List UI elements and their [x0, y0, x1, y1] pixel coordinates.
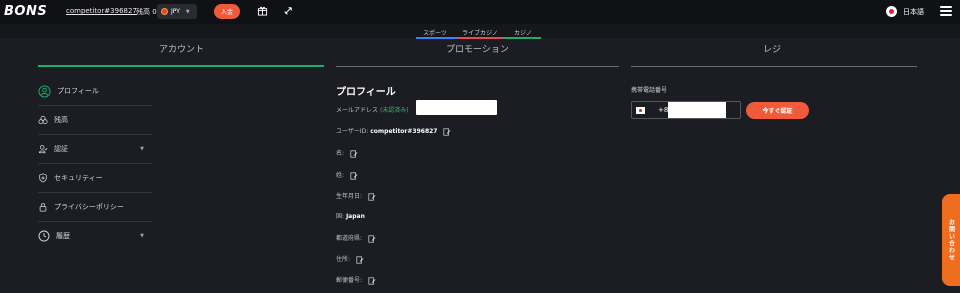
last-name-row: 姓: — [336, 170, 358, 180]
sidebar-item-label: 履歴 — [56, 232, 70, 240]
shield-icon — [39, 173, 47, 183]
sidebar-item-label: 残高 — [54, 116, 68, 124]
edit-icon[interactable] — [350, 149, 358, 158]
sidebar-item-balance[interactable]: 残高 — [38, 106, 152, 134]
logo[interactable]: BONS — [4, 4, 47, 19]
email-row: メールアドレス (未認済み) — [336, 105, 409, 114]
email-field[interactable] — [416, 100, 497, 115]
email-status: (未認済み) — [379, 107, 409, 114]
country-label: 国: — [336, 213, 345, 220]
subnav-tab-live-casino[interactable]: ライブカジノ — [462, 28, 498, 37]
subnav-underline-sports — [416, 37, 458, 39]
postal-label: 郵便番号: — [336, 277, 363, 284]
sidebar-item-label: 認証 — [54, 145, 68, 153]
tab-register[interactable]: レジ — [763, 42, 781, 55]
japan-flag-icon — [886, 6, 897, 17]
country-value: Japan — [345, 213, 365, 220]
edit-icon[interactable] — [368, 192, 376, 201]
last-name-label: 姓: — [336, 172, 345, 179]
sidebar-item-label: プロフィール — [57, 87, 99, 95]
subnav-tab-sports[interactable]: スポーツ — [423, 28, 447, 37]
subnav-tab-casino[interactable]: カジノ — [514, 28, 532, 37]
postal-row: 郵便番号: — [336, 275, 376, 285]
userid-row: ユーザーID: competitor#396827 — [336, 126, 451, 136]
language-select[interactable]: 日本語 — [886, 6, 924, 17]
edit-icon[interactable] — [443, 127, 451, 136]
sidebar-item-history[interactable]: 履歴 ▼ — [38, 222, 152, 250]
tab-account-underline — [38, 65, 324, 67]
verify-now-button[interactable]: 今すぐ認証 — [746, 102, 809, 119]
edit-icon[interactable] — [350, 171, 358, 180]
edit-icon[interactable] — [368, 276, 376, 285]
clock-icon — [38, 230, 50, 242]
address-row: 住所: — [336, 254, 364, 264]
verify-icon — [38, 145, 48, 154]
language-label: 日本語 — [903, 7, 924, 16]
email-label: メールアドレス — [336, 107, 379, 114]
tab-register-underline — [631, 66, 917, 67]
sidebar-item-profile[interactable]: プロフィール — [38, 77, 152, 105]
chevron-down-icon[interactable]: ▼ — [140, 233, 144, 239]
coin-icon — [161, 8, 168, 15]
phone-number-input[interactable] — [668, 102, 726, 118]
deposit-button[interactable]: 入金 — [214, 4, 240, 19]
username-link[interactable]: competitor#396827 — [66, 7, 137, 15]
subnav-underline-live-casino — [458, 37, 503, 39]
tab-account[interactable]: アカウント — [159, 42, 204, 55]
sidebar-item-label: セキュリティー — [54, 174, 103, 182]
subnav-underline-casino — [503, 37, 541, 39]
first-name-label: 名: — [336, 150, 345, 157]
birthday-row: 生年月日: — [336, 191, 376, 201]
address-label: 住所: — [336, 256, 351, 263]
tab-promotion[interactable]: プロモーション — [446, 42, 509, 55]
balance-display: 残高 0 — [136, 7, 157, 17]
contact-label: お問い合わせ — [947, 219, 955, 261]
first-name-row: 名: — [336, 148, 358, 158]
gift-icon[interactable] — [257, 5, 268, 16]
birthday-label: 生年月日: — [336, 193, 363, 200]
sidebar-item-security[interactable]: セキュリティー — [38, 164, 152, 192]
sidebar-item-label: プライバシーポリシー — [54, 203, 124, 211]
tab-promotion-underline — [336, 66, 619, 67]
userid-label: ユーザーID: — [336, 128, 369, 135]
japan-flag-icon — [636, 106, 645, 114]
profile-title: プロフィール — [336, 87, 396, 98]
lock-icon — [39, 203, 47, 212]
prefecture-row: 都道府県: — [336, 233, 376, 243]
country-row: 国: Japan — [336, 211, 365, 220]
chevron-down-icon: ▼ — [185, 8, 190, 15]
edit-icon[interactable] — [356, 255, 364, 264]
hamburger-menu-icon[interactable] — [940, 6, 952, 16]
contact-tab[interactable]: お問い合わせ — [942, 194, 960, 286]
edit-icon[interactable] — [368, 234, 376, 243]
balance-label: 残高 — [136, 8, 150, 16]
currency-code: JPY — [171, 8, 180, 15]
top-bar: BONS competitor#396827 残高 0 JPY ▼ 入金 日本語 — [0, 0, 960, 24]
user-circle-icon — [38, 84, 51, 98]
phone-label: 携帯電話番号 — [631, 87, 668, 94]
prefecture-label: 都道府県: — [336, 235, 363, 242]
rocket-icon[interactable] — [283, 5, 294, 16]
currency-select[interactable]: JPY ▼ — [157, 4, 197, 19]
userid-value: competitor#396827 — [370, 128, 438, 135]
sidebar-item-privacy-policy[interactable]: プライバシーポリシー — [38, 193, 152, 221]
sidebar-item-verification[interactable]: 認証 ▼ — [38, 135, 152, 163]
coins-icon — [38, 115, 48, 125]
chevron-down-icon[interactable]: ▼ — [140, 146, 144, 152]
